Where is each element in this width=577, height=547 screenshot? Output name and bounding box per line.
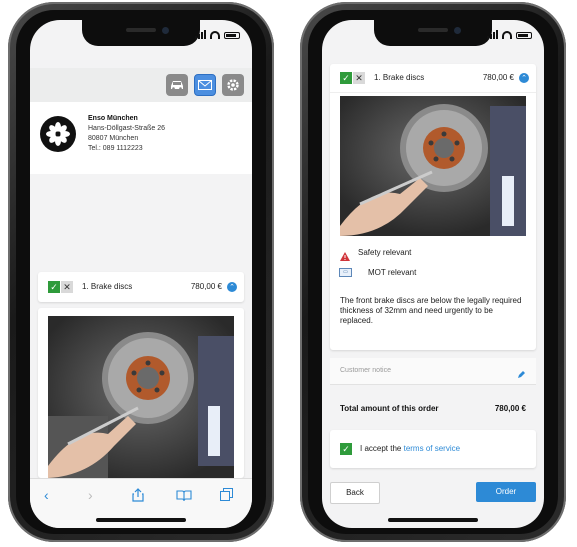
- mot-icon: ▭: [339, 268, 352, 277]
- safety-relevant-label: Safety relevant: [358, 248, 412, 257]
- terms-checkbox[interactable]: ✓: [340, 443, 352, 455]
- customer-notice-placeholder: Customer notice: [340, 367, 391, 374]
- pencil-icon[interactable]: [517, 366, 526, 384]
- terms-link[interactable]: terms of service: [404, 444, 460, 453]
- right-screen: ✓ ✕ 1. Brake discs 780,00 € ⌃ Safety rel…: [322, 20, 544, 528]
- check-icon[interactable]: ✓: [340, 72, 352, 84]
- wifi-icon: [502, 31, 512, 39]
- item-row[interactable]: ✓ ✕ 1. Brake discs 780,00 € ⌃: [38, 272, 244, 302]
- order-total-row: Total amount of this order 780,00 €: [330, 400, 536, 420]
- item-price: 780,00 €: [190, 282, 222, 291]
- top-toolbar: [30, 68, 252, 102]
- tabs-icon[interactable]: [220, 488, 233, 506]
- back-button[interactable]: Back: [330, 482, 380, 504]
- company-block: Enso München Hans-Döllgast-Straße 26 808…: [30, 102, 252, 174]
- left-phone: Enso München Hans-Döllgast-Straße 26 808…: [8, 2, 274, 542]
- check-icon[interactable]: ✓: [48, 281, 60, 293]
- wifi-icon: [210, 31, 220, 39]
- left-screen: Enso München Hans-Döllgast-Straße 26 808…: [30, 20, 252, 528]
- order-button[interactable]: Order: [476, 482, 536, 502]
- item-price: 780,00 €: [482, 73, 514, 82]
- terms-text: I accept the terms of service: [360, 444, 460, 453]
- item-label: 1. Brake discs: [82, 282, 133, 291]
- reject-icon[interactable]: ✕: [353, 72, 365, 84]
- status-bar: [195, 30, 240, 39]
- warning-icon: [340, 248, 350, 266]
- chevron-up-icon[interactable]: ⌃: [227, 282, 237, 292]
- gear-icon[interactable]: [222, 74, 244, 96]
- terms-prefix: I accept the: [360, 444, 404, 453]
- total-value: 780,00 €: [494, 404, 526, 413]
- terms-card: ✓ I accept the terms of service: [330, 430, 536, 468]
- chevron-right-icon[interactable]: ›: [88, 487, 93, 503]
- brake-disc-photo: [340, 96, 526, 236]
- total-label: Total amount of this order: [340, 404, 439, 413]
- home-indicator[interactable]: [388, 518, 478, 522]
- status-bar: [487, 30, 532, 39]
- company-street: Hans-Döllgast-Straße 26: [88, 125, 166, 132]
- company-name: Enso München: [88, 115, 138, 122]
- item-label: 1. Brake discs: [374, 73, 425, 82]
- notch: [374, 20, 492, 46]
- reject-icon[interactable]: ✕: [61, 281, 73, 293]
- chevron-up-icon[interactable]: ⌃: [519, 73, 529, 83]
- photo-card: [38, 308, 244, 478]
- company-logo: [40, 116, 76, 152]
- item-row[interactable]: ✓ ✕ 1. Brake discs 780,00 € ⌃: [330, 64, 536, 93]
- share-icon[interactable]: [132, 488, 144, 507]
- customer-notice-field[interactable]: Customer notice: [330, 358, 536, 385]
- chevron-left-icon[interactable]: ‹: [44, 487, 49, 503]
- item-detail-card: ✓ ✕ 1. Brake discs 780,00 € ⌃ Safety rel…: [330, 64, 536, 350]
- signal-icon: [487, 30, 498, 39]
- item-description: The front brake discs are below the lega…: [340, 296, 522, 325]
- battery-icon: [516, 32, 532, 39]
- right-phone: ✓ ✕ 1. Brake discs 780,00 € ⌃ Safety rel…: [300, 2, 566, 542]
- home-indicator[interactable]: [96, 518, 186, 522]
- brake-disc-photo: [48, 316, 234, 478]
- battery-icon: [224, 32, 240, 39]
- mail-icon[interactable]: [194, 74, 216, 96]
- book-icon[interactable]: [176, 489, 192, 507]
- company-phone: Tel.: 089 1112223: [88, 145, 143, 152]
- signal-icon: [195, 30, 206, 39]
- car-icon[interactable]: [166, 74, 188, 96]
- mot-relevant-label: MOT relevant: [368, 268, 417, 277]
- notch: [82, 20, 200, 46]
- company-city: 80807 München: [88, 135, 139, 142]
